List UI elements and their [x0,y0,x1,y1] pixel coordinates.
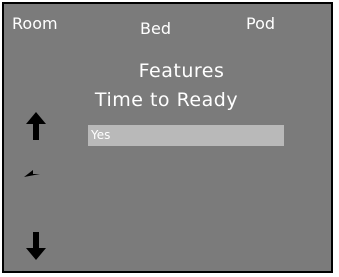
option-label: Yes [91,128,111,142]
tab-bed[interactable]: Bed [140,20,171,38]
option-yes-selected[interactable]: Yes [88,125,284,146]
tab-pod[interactable]: Pod [246,15,275,33]
tab-room[interactable]: Room [12,15,58,33]
return-arrow-icon[interactable] [24,170,50,198]
menu-subtitle: Time to Ready [94,89,239,111]
display-screen: Room Bed Pod Features Time to Ready Yes [2,2,333,273]
arrow-down-icon[interactable] [26,232,46,260]
arrow-up-icon[interactable] [26,112,46,140]
menu-title: Features [138,60,225,82]
